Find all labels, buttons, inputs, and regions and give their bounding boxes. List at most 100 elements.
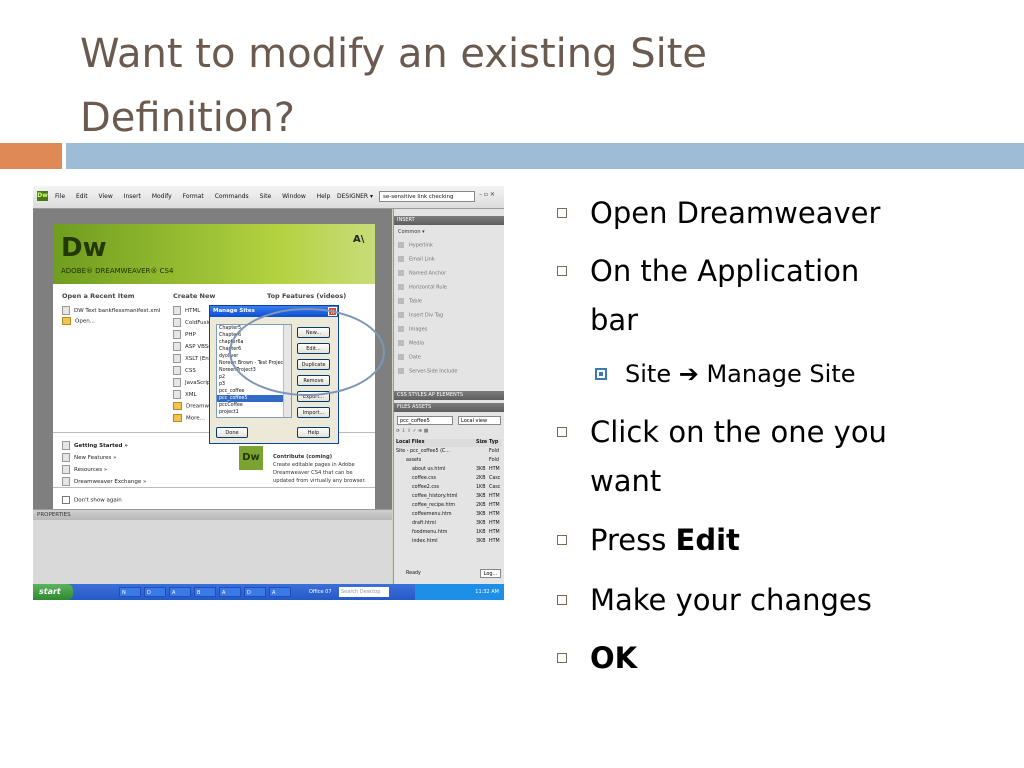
col-type[interactable]: Typ — [489, 439, 498, 447]
menu-help[interactable]: Help — [317, 193, 331, 200]
file-icon — [62, 306, 70, 315]
taskbar-item[interactable]: A — [269, 587, 291, 597]
insert-ssi[interactable]: Server-Side Include — [398, 368, 457, 375]
file-row[interactable]: foodmenu.htm 1KB HTM — [396, 529, 502, 537]
create-more[interactable]: More... — [173, 414, 205, 422]
insert-table[interactable]: Table — [398, 298, 422, 305]
help-search-input[interactable]: se-sensitive link checking — [379, 191, 475, 202]
view-select[interactable]: Local view — [458, 416, 501, 425]
insert-images[interactable]: Images — [398, 326, 427, 333]
insert-div-tag[interactable]: Insert Div Tag — [398, 312, 443, 319]
create-javascript[interactable]: JavaScript — [173, 378, 213, 387]
menu-commands[interactable]: Commands — [215, 193, 249, 200]
menu-file[interactable]: File — [55, 193, 65, 200]
bullet-square-icon — [557, 653, 567, 663]
create-new-heading: Create New — [173, 292, 216, 300]
insert-horizontal-rule[interactable]: Horizontal Rule — [398, 284, 447, 291]
taskbar-item[interactable]: A — [219, 587, 241, 597]
taskbar-item[interactable]: N — [119, 587, 141, 597]
insert-email-link[interactable]: Email Link — [398, 256, 435, 263]
create-xml[interactable]: XML — [173, 390, 197, 399]
promo-subtitle: Contribute (coming) — [273, 454, 333, 460]
image-icon — [398, 326, 404, 332]
dont-show-again-checkbox[interactable]: Don't show again — [62, 496, 122, 504]
file-icon — [173, 354, 181, 363]
bullet-square-icon — [557, 535, 567, 545]
recent-open[interactable]: Open... — [62, 317, 95, 325]
insert-media[interactable]: Media — [398, 340, 424, 347]
file-row[interactable]: coffee2.css 1KB Casc — [396, 484, 502, 492]
menu-edit[interactable]: Edit — [76, 193, 88, 200]
site-icon — [173, 402, 182, 410]
menu-format[interactable]: Format — [183, 193, 204, 200]
taskbar-item[interactable]: D — [244, 587, 266, 597]
open-recent-heading: Open a Recent Item — [62, 292, 135, 300]
file-icon — [173, 390, 181, 399]
properties-tab[interactable]: PROPERTIES — [33, 510, 392, 520]
insert-hyperlink[interactable]: Hyperlink — [398, 242, 433, 249]
taskbar-item[interactable]: D — [144, 587, 166, 597]
link-resources[interactable]: Resources » — [62, 465, 107, 474]
site-list-item[interactable]: pccCoffee — [217, 402, 291, 409]
product-name: ADOBE® DREAMWEAVER® CS4 — [61, 267, 174, 275]
menu-modify[interactable]: Modify — [152, 193, 172, 200]
file-row[interactable]: draft.html 3KB HTM — [396, 520, 502, 528]
site-list-item-selected[interactable]: pcc_coffee5 — [217, 395, 291, 402]
properties-panel: PROPERTIES — [33, 509, 392, 585]
log-button[interactable]: Log... — [480, 569, 501, 578]
recent-item[interactable]: DW Text bankflessmanifest.xml — [62, 306, 160, 315]
file-row[interactable]: coffee_recipe.htm 2KB HTM — [396, 502, 502, 510]
col-size[interactable]: Size — [476, 439, 487, 447]
link-getting-started[interactable]: Getting Started » — [62, 441, 128, 450]
menu-insert[interactable]: Insert — [124, 193, 141, 200]
panel-group: INSERT Common ▾ Hyperlink Email Link Nam… — [393, 209, 504, 584]
insert-named-anchor[interactable]: Named Anchor — [398, 270, 446, 277]
taskbar-item[interactable]: A — [169, 587, 191, 597]
files-panel-title[interactable]: FILES ASSETS — [394, 403, 504, 412]
email-icon — [398, 256, 404, 262]
create-html[interactable]: HTML — [173, 306, 200, 315]
menu-view[interactable]: View — [99, 193, 113, 200]
window-controls[interactable]: – ▫ ✕ — [479, 191, 495, 198]
files-toolbar[interactable]: ⟳ ⇩ ⇧ ✓ ⊕ ▦ — [396, 428, 502, 436]
ssi-icon — [398, 368, 404, 374]
css-styles-panel-title[interactable]: CSS STYLES AP ELEMENTS — [394, 391, 504, 400]
site-select[interactable]: pcc_coffee5 — [397, 416, 453, 425]
file-icon — [173, 342, 181, 351]
insert-category-select[interactable]: Common ▾ — [398, 229, 425, 235]
office-toolbar-label[interactable]: Office 07 — [307, 587, 335, 597]
bullet-square-icon — [557, 266, 567, 276]
file-row[interactable]: about us.html 3KB HTM — [396, 466, 502, 474]
file-row[interactable]: assets Fold — [396, 457, 502, 465]
insert-panel-title[interactable]: INSERT — [394, 216, 504, 225]
dw-app-logo[interactable]: Dw — [37, 191, 48, 201]
help-button[interactable]: Help — [297, 427, 330, 438]
create-php[interactable]: PHP — [173, 330, 196, 339]
file-row[interactable]: coffeemenu.htm 3KB HTM — [396, 511, 502, 519]
done-button[interactable]: Done — [216, 427, 248, 438]
create-css[interactable]: CSS — [173, 366, 196, 375]
file-row[interactable]: Site - pcc_coffee5 (C... Fold — [396, 448, 502, 456]
media-icon — [398, 340, 404, 346]
taskbar-item[interactable]: B — [194, 587, 216, 597]
slide-title-line-2: Definition? — [80, 95, 295, 141]
insert-date[interactable]: Date — [398, 354, 421, 361]
link-exchange[interactable]: Dreamweaver Exchange » — [62, 477, 146, 486]
start-button[interactable]: start — [33, 584, 73, 600]
arrow-right-icon: ➔ — [678, 360, 699, 388]
dw-promo-icon: Dw — [239, 446, 263, 470]
folder-icon — [173, 414, 182, 422]
menu-site[interactable]: Site — [260, 193, 272, 200]
file-row[interactable]: coffee.css 2KB Casc — [396, 475, 502, 483]
menu-window[interactable]: Window — [282, 193, 306, 200]
import-button[interactable]: Import... — [297, 407, 330, 418]
workspace-switcher[interactable]: DESIGNER ▾ — [337, 193, 373, 200]
slide-title-line-1: Want to modify an existing Site — [80, 31, 707, 77]
date-icon — [398, 354, 404, 360]
desktop-search-input[interactable]: Search Desktop — [339, 587, 389, 597]
site-list-item[interactable]: project1 — [217, 409, 291, 416]
link-new-features[interactable]: New Features » — [62, 453, 117, 462]
col-local-files[interactable]: Local Files — [396, 440, 424, 445]
file-row[interactable]: coffee_history.html 3KB HTM — [396, 493, 502, 501]
file-row[interactable]: index.html 3KB HTM — [396, 538, 502, 546]
